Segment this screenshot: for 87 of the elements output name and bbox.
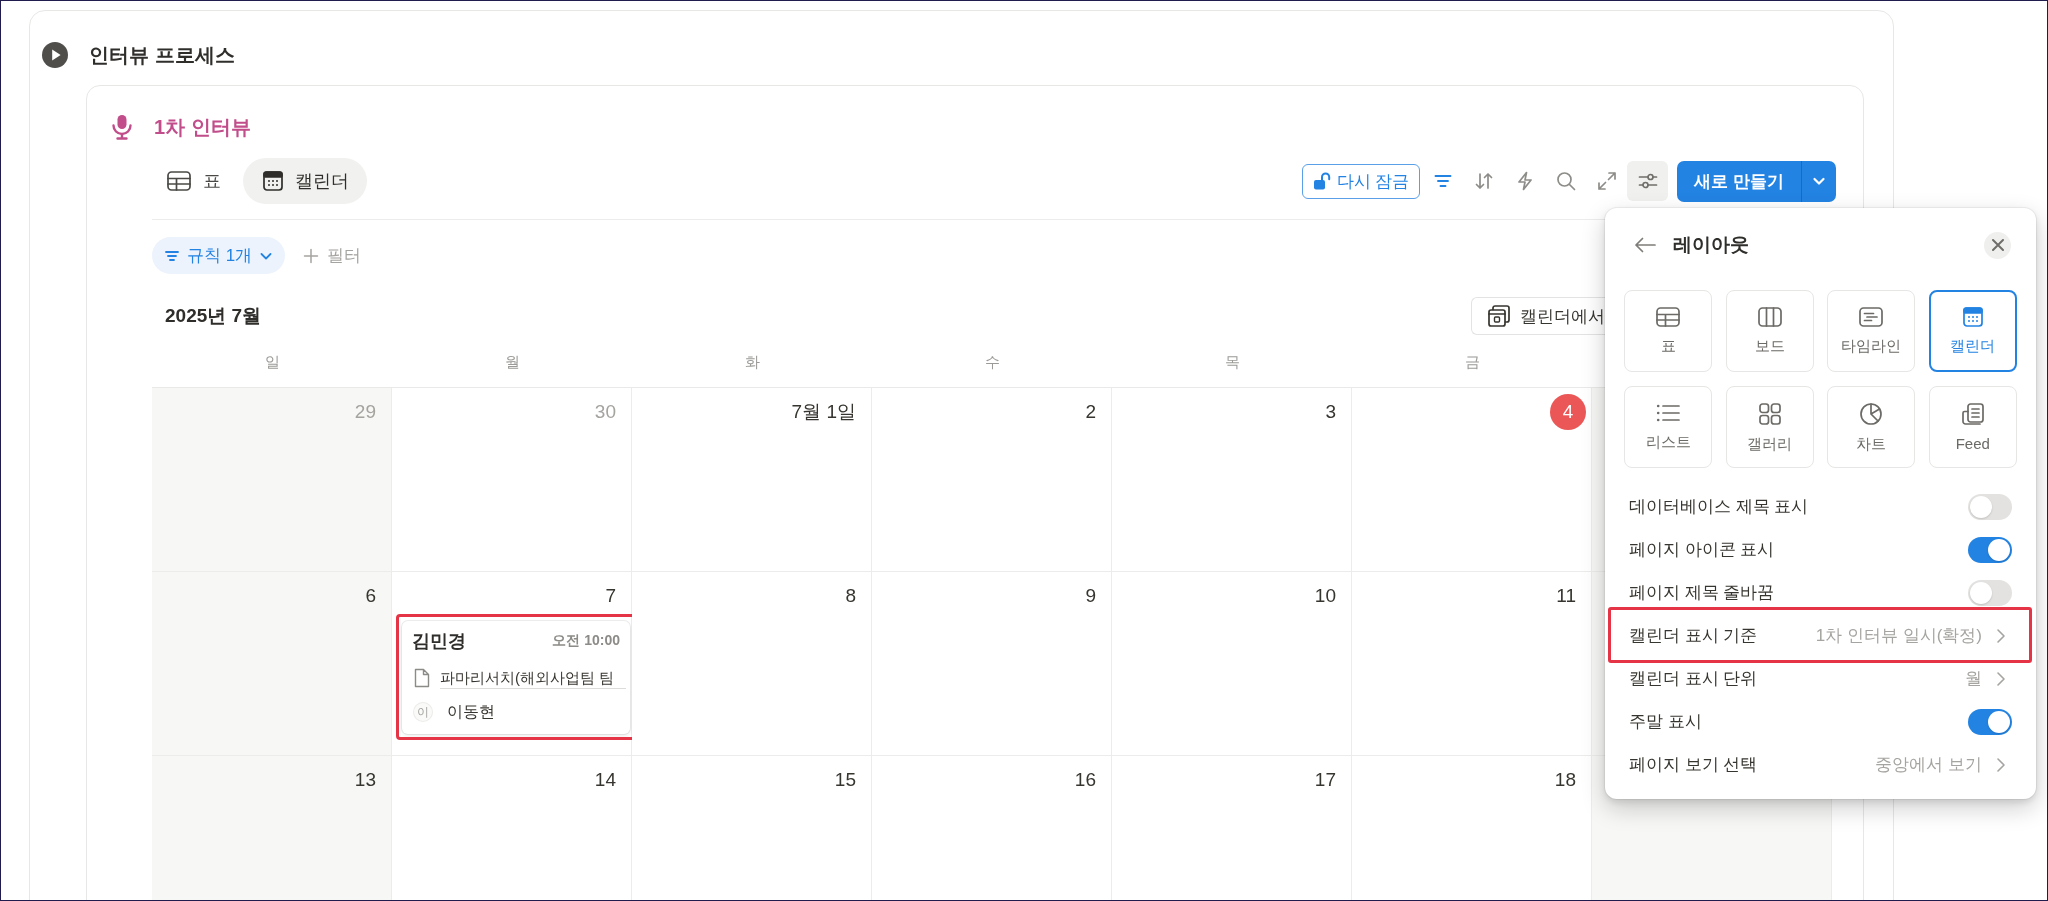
unlocked-padlock-icon bbox=[1312, 172, 1331, 190]
setting-label: 페이지 제목 줄바꿈 bbox=[1629, 582, 1775, 604]
weekday-label: 월 bbox=[504, 353, 520, 372]
new-button[interactable]: 새로 만들기 bbox=[1677, 160, 1801, 202]
grid-icon bbox=[1758, 403, 1781, 425]
dropdown-button[interactable] bbox=[1801, 160, 1836, 202]
chevron-right-icon bbox=[1996, 670, 2006, 687]
event-title: 김민경 bbox=[412, 630, 466, 653]
toggle-switch[interactable] bbox=[1968, 493, 2012, 520]
calendar-stack-icon bbox=[1488, 305, 1510, 327]
columns-icon bbox=[1757, 307, 1782, 327]
weekday-label: 수 bbox=[984, 353, 1000, 372]
chevron-right-icon bbox=[1996, 627, 2006, 644]
layout-option[interactable]: 타임라인 bbox=[1827, 290, 1916, 372]
setting-label: 페이지 보기 선택 bbox=[1629, 754, 1758, 776]
layout-option[interactable]: 보드 bbox=[1725, 290, 1814, 372]
section-title: 인터뷰 프로세스 bbox=[89, 42, 235, 68]
database-title: 1차 인터뷰 bbox=[154, 114, 251, 140]
day-number: 14 bbox=[594, 768, 616, 792]
view-tab[interactable]: 표 bbox=[147, 158, 239, 204]
day-number: 29 bbox=[354, 400, 376, 424]
weekday-label: 화 bbox=[744, 353, 760, 372]
play-icon bbox=[42, 42, 68, 68]
layout-option[interactable]: 표 bbox=[1624, 290, 1712, 372]
day-number: 18 bbox=[1554, 768, 1576, 792]
close-icon bbox=[1991, 239, 2004, 251]
day-number: 7월 1일 bbox=[791, 400, 856, 424]
weekday-label: 금 bbox=[1464, 353, 1480, 372]
event-time: 오전 10:00 bbox=[552, 632, 620, 650]
event-card[interactable]: 김민경 오전 10:00 파마리서치(해외사업팀 팀 이 이동현 bbox=[402, 621, 630, 734]
day-number: 13 bbox=[354, 768, 376, 792]
layout-option[interactable]: 갤러리 bbox=[1725, 386, 1814, 468]
table-icon bbox=[1656, 307, 1680, 327]
close-button[interactable] bbox=[1984, 231, 2011, 259]
panel-title: 레이아웃 bbox=[1673, 233, 1749, 257]
day-number: 2 bbox=[1085, 400, 1096, 424]
day-number: 8 bbox=[845, 584, 856, 608]
setting-label: 페이지 아이콘 표시 bbox=[1629, 539, 1775, 561]
day-number: 17 bbox=[1314, 768, 1336, 792]
toggle-switch[interactable] bbox=[1968, 536, 2012, 563]
month-label: 2025년 7월 bbox=[165, 304, 262, 328]
setting-label: 데이터베이스 제목 표시 bbox=[1629, 496, 1809, 518]
search-icon bbox=[1555, 171, 1576, 191]
sliders-icon bbox=[1637, 171, 1658, 191]
document-icon bbox=[414, 668, 430, 688]
back-button[interactable] bbox=[1634, 236, 1656, 254]
list-icon bbox=[1656, 403, 1680, 423]
toggle-switch[interactable] bbox=[1968, 708, 2012, 735]
person-name: 이동현 bbox=[447, 701, 495, 722]
setting-label: 캘린더 표시 기준 bbox=[1629, 625, 1758, 647]
chevron-right-icon bbox=[1996, 756, 2006, 773]
weekday-label: 목 bbox=[1224, 353, 1240, 372]
calendar-icon bbox=[263, 171, 283, 191]
today-date-badge: 4 bbox=[1550, 394, 1586, 430]
day-number: 11 bbox=[1556, 584, 1576, 608]
sort-arrows-icon bbox=[1473, 171, 1494, 191]
day-number: 7 bbox=[605, 584, 616, 608]
feed-icon bbox=[1961, 403, 1984, 425]
back-arrow-icon bbox=[1634, 236, 1656, 254]
view-tab[interactable]: 캘린더 bbox=[243, 158, 367, 204]
timeline-icon bbox=[1859, 307, 1884, 327]
day-number: 9 bbox=[1085, 584, 1096, 608]
expand-icon bbox=[1596, 171, 1617, 191]
day-number: 15 bbox=[834, 768, 856, 792]
page-link[interactable]: 파마리서치(해외사업팀 팀 bbox=[440, 667, 626, 689]
person-avatar: 이 bbox=[413, 702, 433, 722]
setting-label: 주말 표시 bbox=[1629, 711, 1702, 733]
day-number: 10 bbox=[1314, 584, 1336, 608]
layout-option[interactable]: 리스트 bbox=[1624, 386, 1712, 468]
filter-rule-chip[interactable]: 규칙 1개 bbox=[152, 237, 286, 274]
layout-option[interactable]: 캘린더 bbox=[1928, 290, 2017, 372]
pie-chart-icon bbox=[1860, 403, 1883, 425]
weekday-label: 일 bbox=[264, 353, 280, 372]
day-number: 3 bbox=[1325, 400, 1336, 424]
layout-option[interactable]: Feed bbox=[1928, 386, 2017, 468]
layout-option[interactable]: 차트 bbox=[1827, 386, 1916, 468]
plus-icon bbox=[303, 247, 320, 264]
day-number: 30 bbox=[594, 400, 616, 424]
toggle-switch[interactable] bbox=[1968, 579, 2012, 606]
table-icon bbox=[167, 171, 191, 191]
calendar-icon bbox=[1962, 307, 1983, 327]
setting-label: 캘린더 표시 단위 bbox=[1629, 668, 1758, 690]
settings-button[interactable] bbox=[1627, 161, 1669, 201]
day-number: 6 bbox=[365, 584, 376, 608]
day-number: 16 bbox=[1074, 768, 1096, 792]
microphone-icon bbox=[111, 114, 133, 140]
relock-button[interactable]: 다시 잠금 bbox=[1301, 163, 1421, 199]
